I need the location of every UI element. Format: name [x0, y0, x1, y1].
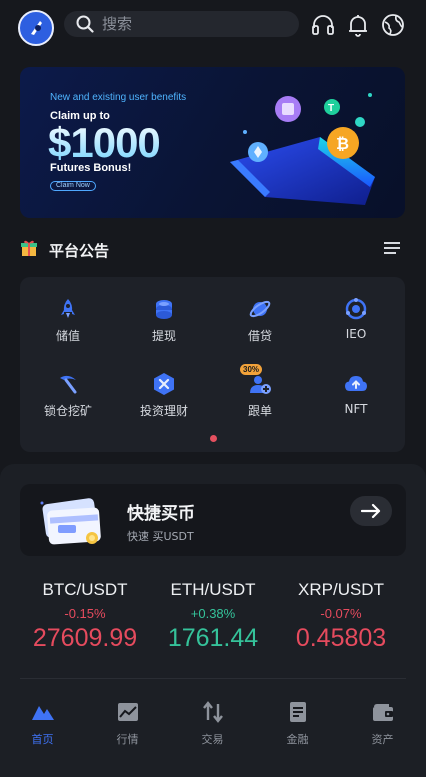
tab-label: 首页 — [31, 733, 54, 746]
banner-subtitle: New and existing user benefits — [50, 92, 187, 103]
announcement-title: 平台公告 — [49, 242, 110, 260]
ticker-price: 27609.99 — [32, 624, 138, 652]
tab-label: 行情 — [116, 733, 139, 746]
search-icon — [76, 15, 94, 33]
ticker-xrp[interactable]: XRP/USDT -0.07% 0.45803 — [270, 580, 412, 653]
logo-icon — [24, 16, 48, 40]
cloud-upload-icon — [345, 376, 367, 391]
service-label: IEO — [345, 327, 367, 341]
service-invest[interactable]: 投资理财 — [116, 372, 212, 432]
ticker-change: +0.38% — [190, 606, 236, 621]
ticker-pair: ETH/USDT — [170, 580, 256, 599]
ticker-btc[interactable]: BTC/USDT -0.15% 27609.99 — [14, 580, 156, 653]
app-logo[interactable] — [18, 10, 54, 46]
list-menu-icon[interactable] — [383, 240, 401, 256]
services-grid: 储值 提现 借贷 IEO 锁仓挖矿 投资理财 30% 跟单 NFT — [20, 277, 405, 452]
bell-icon[interactable] — [345, 12, 371, 38]
svg-text:₿: ₿ — [336, 135, 349, 153]
service-lock-mining[interactable]: 锁仓挖矿 — [20, 372, 116, 432]
ticker-eth[interactable]: ETH/USDT +0.38% 1761.44 — [142, 580, 284, 653]
bottom-tab-bar: 首页 行情 交易 金融 资产 — [0, 690, 426, 760]
banner-amount: $1000 — [48, 119, 161, 166]
swap-arrows-icon — [202, 701, 223, 723]
svg-text:T: T — [328, 103, 334, 114]
service-label: 借贷 — [247, 329, 272, 343]
quick-buy-title: 快捷买币 — [127, 504, 195, 524]
service-loan[interactable]: 借贷 — [212, 297, 308, 357]
tab-label: 资产 — [371, 733, 394, 746]
service-label: 跟单 — [247, 404, 272, 418]
search-input[interactable] — [102, 15, 282, 33]
hexagon-icon — [154, 373, 174, 395]
quick-buy-card[interactable]: 快捷买币 快速 买USDT — [20, 484, 406, 556]
ticker-pair: XRP/USDT — [298, 580, 384, 599]
globe-icon[interactable] — [380, 12, 406, 38]
tab-market[interactable]: 行情 — [85, 700, 170, 747]
chart-icon — [117, 703, 138, 721]
tab-label: 金融 — [286, 733, 309, 746]
gift-icon — [21, 240, 37, 256]
tab-home[interactable]: 首页 — [0, 700, 85, 747]
credit-card-illustration — [40, 498, 101, 545]
tab-finance[interactable]: 金融 — [255, 700, 340, 747]
follow-user-icon — [250, 376, 271, 394]
service-copy-trade[interactable]: 30% 跟单 — [212, 364, 308, 432]
quick-buy-subtitle: 快速 买USDT — [127, 530, 194, 543]
pickaxe-icon — [60, 375, 77, 394]
planet-icon — [249, 300, 271, 318]
divider — [20, 678, 406, 679]
claim-now-button[interactable]: Claim Now — [50, 181, 96, 191]
service-nft[interactable]: NFT — [308, 372, 404, 432]
wallet-coins-illustration: T ₿ — [230, 93, 375, 205]
carousel-indicator[interactable] — [210, 435, 217, 442]
service-label: 储值 — [55, 329, 80, 343]
tab-label: 交易 — [201, 733, 224, 746]
ticker-pair: BTC/USDT — [42, 580, 128, 599]
ticker-price: 1761.44 — [167, 624, 259, 652]
promo-banner[interactable]: New and existing user benefits Claim up … — [20, 67, 405, 218]
service-withdraw[interactable]: 提现 — [116, 297, 212, 357]
service-label: 投资理财 — [139, 404, 188, 418]
service-deposit[interactable]: 储值 — [20, 297, 116, 357]
service-ieo[interactable]: IEO — [308, 297, 404, 357]
ticker-price: 0.45803 — [295, 624, 387, 652]
banner-bonus-text: Futures Bonus! — [50, 162, 132, 174]
service-label: 提现 — [151, 329, 176, 343]
service-label: 锁仓挖矿 — [43, 404, 92, 418]
ticker-change: -0.15% — [64, 606, 106, 621]
home-icon — [31, 706, 54, 720]
tab-assets[interactable]: 资产 — [340, 700, 425, 747]
target-icon — [345, 298, 367, 320]
document-icon — [289, 702, 306, 722]
search-bar[interactable] — [64, 11, 299, 37]
headset-icon[interactable] — [310, 12, 336, 38]
top-bar — [0, 0, 426, 50]
ticker-change: -0.07% — [320, 606, 362, 621]
quick-buy-arrow-button[interactable] — [350, 496, 392, 526]
rocket-icon — [61, 299, 75, 318]
wallet-icon — [372, 704, 393, 721]
announcement-bar[interactable]: 平台公告 — [20, 236, 405, 264]
coin-stack-icon — [156, 300, 172, 319]
arrow-right-icon — [361, 503, 381, 519]
tab-trade[interactable]: 交易 — [170, 700, 255, 747]
service-label: NFT — [344, 402, 368, 416]
